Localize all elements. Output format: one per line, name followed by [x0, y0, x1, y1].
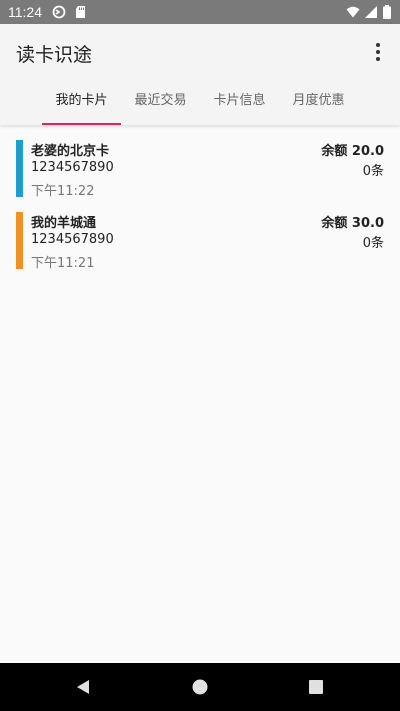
card-record-count: 0条 [362, 164, 384, 179]
battery-icon [383, 5, 391, 19]
navigation-bar [0, 663, 400, 711]
card-record-count: 0条 [362, 236, 384, 251]
card-time: 下午11:22 [31, 184, 95, 199]
sd-card-icon [76, 6, 85, 18]
tab-monthly-offers[interactable]: 月度优惠 [279, 84, 358, 125]
more-vert-icon[interactable] [366, 38, 390, 66]
card-number: 1234567890 [31, 232, 114, 247]
status-time: 11:24 [8, 4, 42, 20]
signal-icon [365, 6, 377, 18]
card-color-bar [16, 212, 23, 269]
tab-my-cards[interactable]: 我的卡片 [42, 84, 121, 125]
tab-card-info[interactable]: 卡片信息 [200, 84, 279, 125]
sync-icon [52, 5, 66, 19]
card-balance: 余额 20.0 [321, 144, 384, 159]
app-title: 读卡识途 [16, 44, 93, 66]
app-bar: 读卡识途 我的卡片 最近交易 卡片信息 月度优惠 [0, 24, 400, 125]
back-icon[interactable] [74, 677, 94, 697]
status-bar: 11:24 [0, 0, 400, 24]
card-balance: 余额 30.0 [321, 216, 384, 231]
home-icon[interactable] [190, 677, 210, 697]
tab-recent-transactions[interactable]: 最近交易 [121, 84, 200, 125]
card-item[interactable]: 我的羊城通 1234567890 下午11:21 余额 30.0 0条 [0, 210, 400, 271]
card-number: 1234567890 [31, 160, 114, 175]
recents-icon[interactable] [306, 677, 326, 697]
card-item[interactable]: 老婆的北京卡 1234567890 下午11:22 余额 20.0 0条 [0, 138, 400, 199]
card-color-bar [16, 140, 23, 197]
tab-bar: 我的卡片 最近交易 卡片信息 月度优惠 [42, 84, 358, 125]
card-name: 老婆的北京卡 [31, 144, 110, 159]
card-list: 老婆的北京卡 1234567890 下午11:22 余额 20.0 0条 我的羊… [0, 138, 400, 282]
wifi-icon [346, 6, 360, 18]
card-name: 我的羊城通 [31, 216, 97, 231]
card-time: 下午11:21 [31, 256, 95, 271]
